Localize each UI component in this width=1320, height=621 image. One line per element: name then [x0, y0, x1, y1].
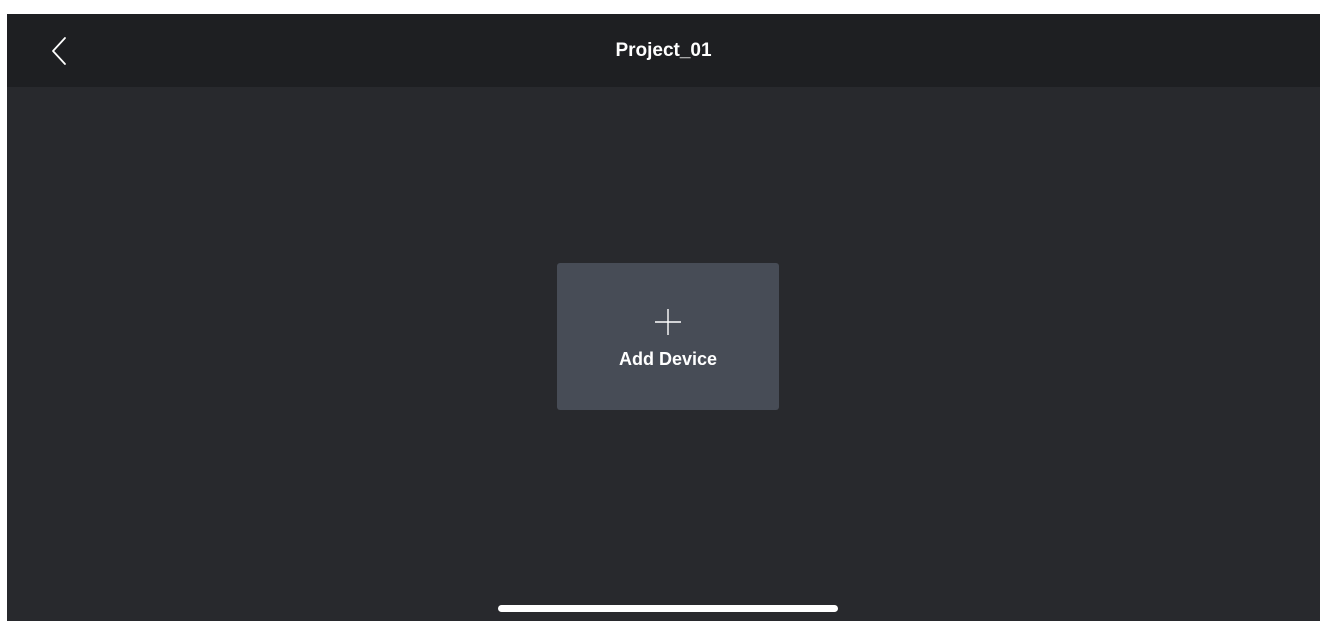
app-screen: Project_01 Add Device: [7, 14, 1320, 621]
home-indicator[interactable]: [498, 605, 838, 612]
back-button[interactable]: [39, 32, 79, 70]
plus-icon: [653, 307, 683, 337]
add-device-button[interactable]: Add Device: [557, 263, 779, 410]
chevron-left-icon: [51, 36, 67, 66]
add-device-label: Add Device: [618, 349, 718, 369]
navigation-bar: Project_01: [7, 14, 1320, 87]
page-title: Project_01: [615, 40, 712, 61]
